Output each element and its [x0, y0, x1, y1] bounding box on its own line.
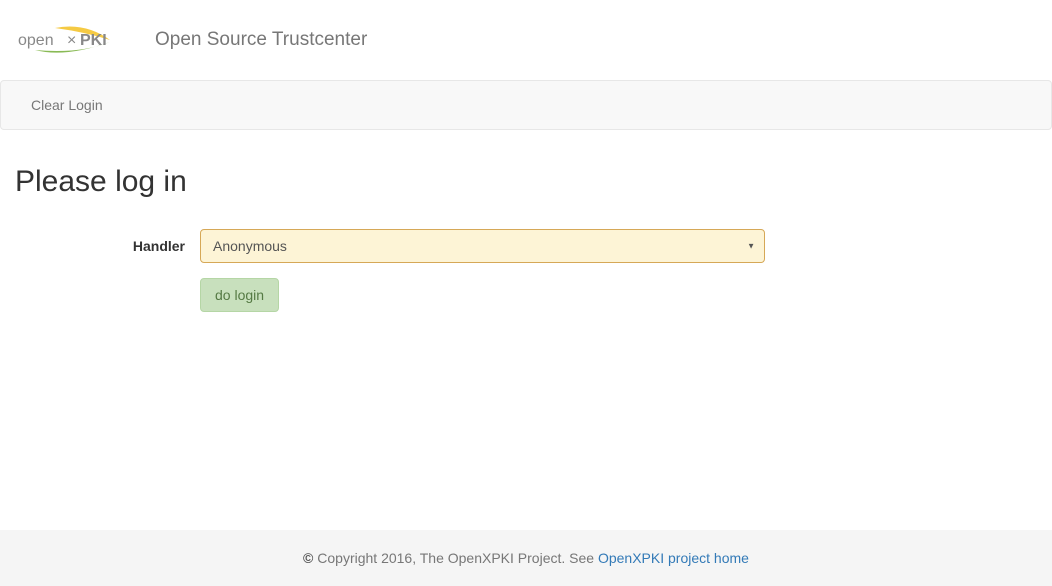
- handler-label: Handler: [15, 229, 200, 263]
- svg-text:PKI: PKI: [80, 32, 107, 49]
- main-content: Please log in Handler Anonymous ▼ do log…: [0, 130, 1052, 342]
- svg-text:×: ×: [67, 32, 76, 49]
- openxpki-logo: open × PKI: [15, 20, 125, 60]
- copyright-text: Copyright 2016, The OpenXPKI Project. Se…: [313, 550, 598, 566]
- do-login-button[interactable]: do login: [200, 278, 279, 312]
- svg-text:open: open: [18, 32, 54, 49]
- page-title: Please log in: [15, 165, 1037, 199]
- app-title: Open Source Trustcenter: [155, 29, 367, 51]
- project-home-link[interactable]: OpenXPKI project home: [598, 550, 749, 566]
- clear-login-link[interactable]: Clear Login: [16, 82, 118, 128]
- handler-row: Handler Anonymous ▼: [15, 229, 1037, 263]
- navbar: Clear Login: [0, 80, 1052, 130]
- submit-row: do login: [15, 278, 1037, 312]
- copyright-symbol: ©: [303, 550, 313, 566]
- handler-select[interactable]: Anonymous: [200, 229, 765, 263]
- header: open × PKI Open Source Trustcenter: [0, 0, 1052, 80]
- footer: © Copyright 2016, The OpenXPKI Project. …: [0, 530, 1052, 586]
